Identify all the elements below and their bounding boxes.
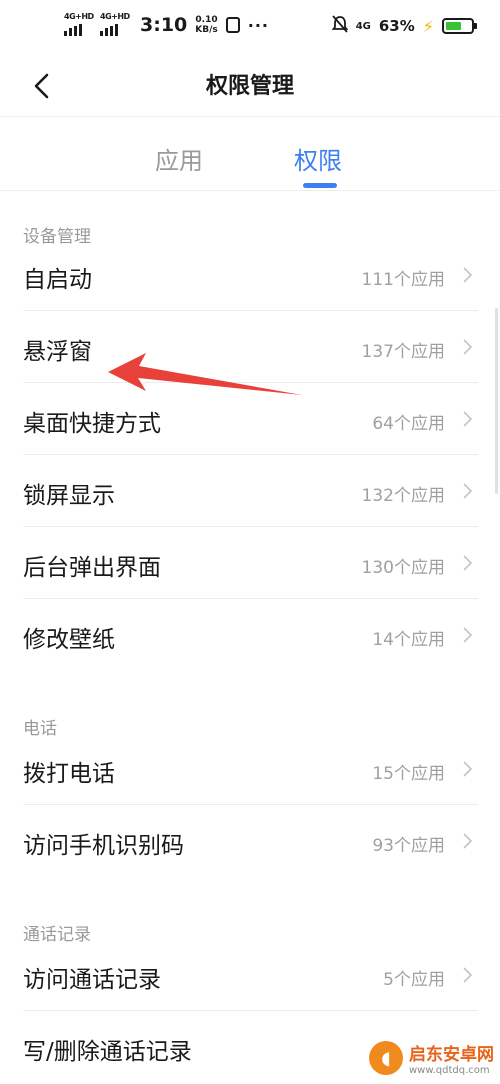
chevron-right-icon	[463, 267, 473, 283]
battery-percent: 63%	[378, 17, 415, 35]
permission-list: 设备管理 自启动 111个应用 悬浮窗 137个应用 桌面快捷方式 64个应用 …	[0, 191, 500, 1083]
list-item-read-call-log[interactable]: 访问通话记录 5个应用	[0, 939, 500, 1011]
tab-apps[interactable]: 应用	[155, 141, 203, 176]
item-count: 93个应用	[372, 836, 445, 856]
storage-icon	[225, 17, 240, 33]
chevron-right-icon	[463, 967, 473, 983]
item-label: 自启动	[23, 267, 92, 293]
item-count: 64个应用	[372, 414, 445, 434]
tab-bar: 应用 权限	[0, 116, 500, 191]
clock: 3:10	[140, 14, 188, 36]
watermark: ◖ 启东安卓网 www.qdtdq.com	[369, 1040, 494, 1076]
item-label: 访问通话记录	[23, 967, 161, 993]
list-item-background-popup[interactable]: 后台弹出界面 130个应用	[0, 527, 500, 599]
page-title: 权限管理	[205, 74, 294, 99]
list-item-autostart[interactable]: 自启动 111个应用	[0, 239, 500, 311]
chevron-right-icon	[463, 411, 473, 427]
item-label: 悬浮窗	[23, 339, 92, 365]
watermark-url: www.qdtdq.com	[409, 1065, 490, 1076]
speed-value: 0.10	[195, 15, 218, 25]
speed-unit: KB/s	[195, 25, 218, 35]
chevron-right-icon	[463, 833, 473, 849]
chevron-right-icon	[463, 555, 473, 571]
signal-icon: 4G+HD	[64, 12, 94, 36]
item-label: 锁屏显示	[23, 483, 115, 509]
item-count: 130个应用	[361, 558, 445, 578]
item-label: 拨打电话	[23, 761, 115, 787]
list-item-lockscreen-display[interactable]: 锁屏显示 132个应用	[0, 455, 500, 527]
section-header-device: 设备管理	[23, 227, 91, 247]
list-item-device-id[interactable]: 访问手机识别码 93个应用	[0, 805, 500, 877]
chevron-right-icon	[463, 339, 473, 355]
watermark-logo-icon: ◖	[369, 1041, 403, 1075]
item-count: 5个应用	[383, 970, 445, 990]
chevron-right-icon	[463, 483, 473, 499]
item-label: 写/删除通话记录	[23, 1039, 192, 1065]
watermark-name: 启东安卓网	[409, 1045, 494, 1065]
sim2-tag: 4G+HD	[100, 12, 130, 21]
signal-icon-2: 4G+HD	[100, 12, 130, 36]
network-type: 4G	[355, 20, 371, 32]
item-count: 15个应用	[372, 764, 445, 784]
item-label: 访问手机识别码	[23, 833, 184, 859]
item-label: 修改壁纸	[23, 627, 115, 653]
sim1-tag: 4G+HD	[64, 12, 94, 21]
more-notifications-icon: ···	[247, 15, 269, 35]
list-item-change-wallpaper[interactable]: 修改壁纸 14个应用	[0, 599, 500, 671]
status-bar: 4G+HD 4G+HD 3:10 0.10 KB/s ··· 4G 63% ⚡	[0, 0, 500, 56]
section-header-phone: 电话	[23, 719, 57, 739]
section-header-call-log: 通话记录	[23, 925, 91, 945]
item-count: 137个应用	[361, 342, 445, 362]
item-count: 111个应用	[361, 270, 445, 290]
network-speed: 0.10 KB/s	[195, 15, 217, 35]
list-item-desktop-shortcut[interactable]: 桌面快捷方式 64个应用	[0, 383, 500, 455]
item-label: 桌面快捷方式	[23, 411, 161, 437]
item-count: 14个应用	[372, 630, 445, 650]
item-count: 132个应用	[361, 486, 445, 506]
chevron-right-icon	[463, 627, 473, 643]
scrollbar[interactable]	[495, 308, 498, 494]
mute-bell-icon	[331, 15, 348, 37]
chevron-right-icon	[463, 761, 473, 777]
list-item-floating-window[interactable]: 悬浮窗 137个应用	[0, 311, 500, 383]
item-label: 后台弹出界面	[23, 555, 161, 581]
list-item-make-calls[interactable]: 拨打电话 15个应用	[0, 733, 500, 805]
active-tab-indicator	[303, 183, 337, 188]
nav-bar: 权限管理	[0, 56, 500, 116]
battery-icon	[442, 18, 477, 34]
tab-permissions[interactable]: 权限	[294, 141, 342, 176]
charging-icon: ⚡	[422, 16, 434, 36]
